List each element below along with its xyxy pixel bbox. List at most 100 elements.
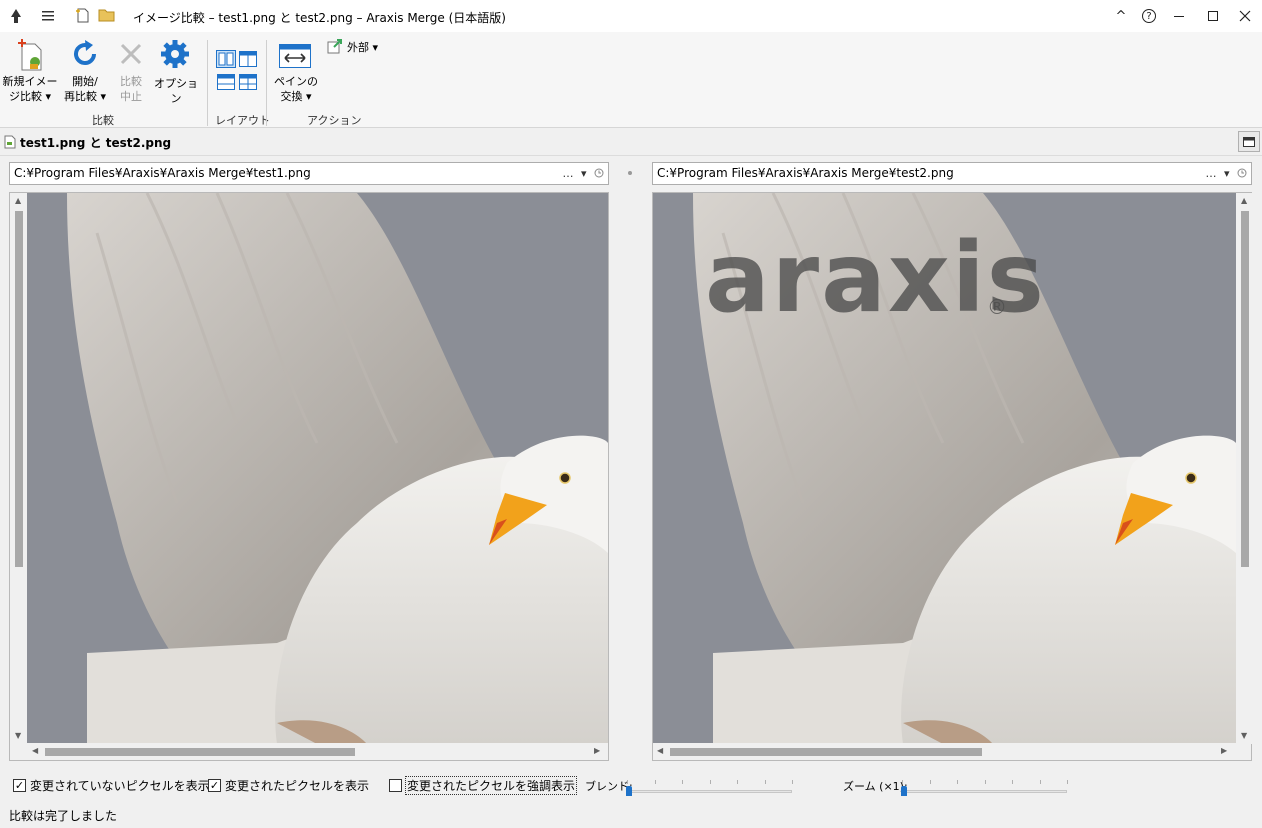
stop-compare-button[interactable]: 比較 中止 <box>112 36 150 108</box>
registered-mark: ® <box>987 295 1007 319</box>
new-image-compare-label: 新規イメー ジ比較 ▾ <box>2 75 58 103</box>
chevron-up-icon: ^ <box>1115 8 1127 24</box>
swap-panes-button[interactable]: ペインの 交換 ▾ <box>270 36 322 108</box>
help-button[interactable]: ? <box>1132 0 1166 32</box>
right-horizontal-scrollbar[interactable]: ◀ ▶ <box>653 743 1251 760</box>
scroll-down-icon[interactable]: ▼ <box>1241 731 1247 740</box>
swap-panes-icon <box>279 44 311 68</box>
refresh-icon <box>74 40 96 65</box>
new-document-icon[interactable] <box>75 7 91 24</box>
left-horizontal-scrollbar[interactable]: ◀ ▶ <box>10 743 608 760</box>
right-gull-image: araxis ® <box>653 193 1236 744</box>
show-unchanged-checkbox[interactable]: ✓ 変更されていないピクセルを表示 <box>13 777 210 794</box>
document-tab-row: test1.png と test2.png <box>0 128 1262 156</box>
checkbox-unchecked-icon[interactable] <box>389 779 402 792</box>
slider-tick <box>1067 780 1068 784</box>
slider-tick <box>710 780 711 784</box>
new-image-icon <box>18 39 42 71</box>
slider-tick <box>627 780 628 784</box>
scroll-left-icon[interactable]: ◀ <box>657 746 663 755</box>
scroll-up-icon[interactable]: ▲ <box>15 196 21 205</box>
options-button[interactable]: オプション <box>150 36 202 108</box>
left-hscroll-thumb[interactable] <box>45 748 355 756</box>
open-folder-icon[interactable] <box>98 7 116 23</box>
slider-tick <box>902 780 903 784</box>
restore-pane-button[interactable] <box>1238 131 1260 152</box>
slider-tick <box>957 780 958 784</box>
right-path-tools[interactable]: … ▾ <box>1205 163 1247 184</box>
left-path-tools[interactable]: … ▾ <box>562 163 604 184</box>
stop-compare-label: 比較 中止 <box>120 75 142 103</box>
right-vertical-scrollbar[interactable]: ▲ ▼ <box>1236 193 1253 744</box>
external-link-icon <box>327 39 342 54</box>
external-label: 外部 ▾ <box>347 41 379 54</box>
left-vertical-scrollbar[interactable]: ▲ ▼ <box>10 193 27 744</box>
close-button[interactable] <box>1228 0 1262 32</box>
maximize-icon <box>1208 11 1218 21</box>
left-file-path-text: C:¥Program Files¥Araxis¥Araxis Merge¥tes… <box>14 166 311 180</box>
gear-icon <box>161 40 189 68</box>
ribbon-separator <box>207 40 208 126</box>
menu-icon[interactable] <box>42 10 56 22</box>
start-recompare-button[interactable]: 開始/ 再比較 ▾ <box>58 36 112 108</box>
left-image-pane[interactable]: ▲ ▼ ◀ ▶ <box>9 192 609 761</box>
scroll-right-icon[interactable]: ▶ <box>594 746 600 755</box>
slider-tick <box>655 780 656 784</box>
close-icon <box>1239 10 1251 22</box>
right-vscroll-thumb[interactable] <box>1241 211 1249 567</box>
scroll-down-icon[interactable]: ▼ <box>15 731 21 740</box>
new-image-compare-button[interactable]: 新規イメー ジ比較 ▾ <box>2 36 58 108</box>
show-unchanged-label: 変更されていないピクセルを表示 <box>30 779 210 793</box>
left-file-path-input[interactable]: C:¥Program Files¥Araxis¥Araxis Merge¥tes… <box>9 162 609 185</box>
blend-slider-thumb[interactable] <box>626 786 632 796</box>
maximize-button[interactable] <box>1196 0 1230 32</box>
layout-horizontal-icon[interactable] <box>239 51 257 67</box>
stop-icon <box>120 43 142 65</box>
scroll-right-icon[interactable]: ▶ <box>1221 746 1227 755</box>
layout-side-by-side-icon[interactable] <box>216 50 236 68</box>
show-changed-label: 変更されたピクセルを表示 <box>225 779 370 793</box>
slider-tick <box>930 780 931 784</box>
status-text: 比較は完了しました <box>9 809 118 823</box>
checkbox-checked-icon[interactable]: ✓ <box>13 779 26 792</box>
window-restore-icon <box>1243 136 1255 147</box>
swap-panes-label: ペインの 交換 ▾ <box>274 75 318 103</box>
scroll-left-icon[interactable]: ◀ <box>32 746 38 755</box>
layout-stacked-icon[interactable] <box>217 74 235 90</box>
highlight-changed-checkbox[interactable]: 変更されたピクセルを強調表示 <box>389 776 578 795</box>
image-file-icon <box>4 135 16 149</box>
slider-tick <box>792 780 793 784</box>
link-dot-icon <box>628 171 632 175</box>
ribbon: 新規イメー ジ比較 ▾ 開始/ 再比較 ▾ 比較 中止 オプション 比較 レイア… <box>0 32 1262 128</box>
right-image-pane[interactable]: araxis ® ▲ ▼ ◀ ▶ <box>652 192 1253 761</box>
highlight-changed-label: 変更されたピクセルを強調表示 <box>404 776 578 795</box>
layout-single-icon[interactable] <box>239 74 257 90</box>
right-file-path-input[interactable]: C:¥Program Files¥Araxis¥Araxis Merge¥tes… <box>652 162 1252 185</box>
zoom-slider-thumb[interactable] <box>901 786 907 796</box>
left-vscroll-thumb[interactable] <box>15 211 23 567</box>
checkbox-checked-icon[interactable]: ✓ <box>208 779 221 792</box>
scroll-up-icon[interactable]: ▲ <box>1241 196 1247 205</box>
title-bar: イメージ比較 – test1.png と test2.png – Araxis … <box>0 0 1262 32</box>
slider-tick <box>1040 780 1041 784</box>
ribbon-separator <box>266 40 267 126</box>
group-label-compare: 比較 <box>92 114 114 127</box>
blend-slider[interactable] <box>627 790 792 793</box>
history-icon <box>594 168 604 178</box>
document-tab[interactable]: test1.png と test2.png <box>4 133 171 151</box>
history-icon <box>1237 168 1247 178</box>
right-file-path-text: C:¥Program Files¥Araxis¥Araxis Merge¥tes… <box>657 166 954 180</box>
minimize-button[interactable] <box>1162 0 1196 32</box>
slider-tick <box>1012 780 1013 784</box>
external-button[interactable]: 外部 ▾ <box>326 38 384 56</box>
right-hscroll-thumb[interactable] <box>670 748 982 756</box>
left-image-view <box>27 193 608 744</box>
zoom-slider[interactable] <box>902 790 1067 793</box>
document-tab-label: test1.png と test2.png <box>20 135 172 150</box>
zoom-label: ズーム (×1): <box>843 780 908 793</box>
left-gull-image <box>27 193 608 744</box>
show-changed-checkbox[interactable]: ✓ 変更されたピクセルを表示 <box>208 777 369 794</box>
group-label-action: アクション <box>307 114 362 127</box>
slider-tick <box>682 780 683 784</box>
minimize-icon <box>1174 16 1184 17</box>
